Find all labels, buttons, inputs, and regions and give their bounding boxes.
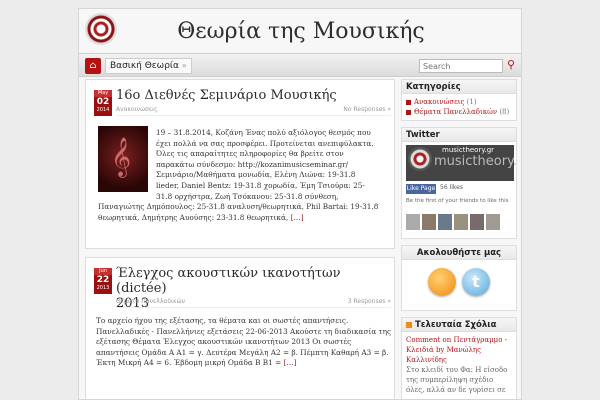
post-excerpt: Το αρχείο ήχου της εξέτασης, τα θέματα κ…: [96, 316, 394, 369]
category-count: (8): [499, 108, 510, 116]
post-meta: Θέματα Πανελλαδικών 3 Responses »: [116, 298, 391, 308]
treble-clef-icon: 𝄞: [111, 137, 132, 177]
post-day: 02: [96, 97, 110, 107]
twitter-icon[interactable]: t: [462, 268, 490, 296]
excerpt-line: απαντήσεις Ομάδα Α Α1 = γ. Δευτέρα Μεγάλ…: [96, 347, 389, 357]
rss-icon[interactable]: [428, 268, 456, 296]
recent-comment-text: Στο κλειδί του Φα: Η είσοδο της συμπερίλ…: [406, 366, 508, 400]
post-day: 22: [96, 275, 110, 285]
post-month: May: [94, 90, 112, 97]
excerpt-line: 19 – 31.8.2014, Κοζάνη Ένας πολύ αξιόλογ…: [156, 128, 371, 137]
fb-page-logo: [408, 147, 432, 171]
excerpt-line: Το αρχείο ήχου της εξέτασης, τα θέματα κ…: [96, 316, 349, 325]
excerpt-line: Όλες τις απαραίτητες πληροφορίες θα βρεί…: [156, 149, 344, 159]
fb-avatar[interactable]: [422, 214, 436, 230]
nav-item-basic-theory[interactable]: Βασική Θεωρία»: [105, 58, 192, 74]
search-input[interactable]: [419, 59, 503, 73]
search-icon[interactable]: ⚲: [507, 58, 519, 72]
page-container: Θεωρία της Μουσικής ⌂ Βασική Θεωρία» ⚲ M…: [78, 8, 522, 400]
post-comments-link[interactable]: 3 Responses »: [348, 298, 391, 305]
post-comments-link[interactable]: No Responses »: [343, 106, 391, 113]
recent-comments-widget: Τελευταία Σχόλια Comment on Πεντάγραμμο …: [401, 317, 517, 400]
category-link[interactable]: Θέματα Πανελλαδικών: [414, 108, 497, 116]
post-article: Jun 22 2013 Έλεγχος ακουστικών ικανοτήτω…: [85, 257, 395, 399]
excerpt-line: θεωρητικά, Δημήτρης Αυούσης: 23-31.8 θεω…: [98, 212, 289, 222]
recent-comment-link[interactable]: Comment on Πεντάγραμμο - Κλειδιά by Μανώ…: [406, 335, 512, 365]
excerpt-line: Πανελλαδικές - Πανελλήνιες εξετάσεις 22-…: [96, 326, 392, 336]
twitter-widget: Twitter musictheory.gr musictheory.gr Li…: [401, 127, 517, 239]
post-title[interactable]: 16ο Διεθνές Σεμινάριο Μουσικής: [116, 88, 386, 103]
excerpt-line: Παναγιώτης Δημόπουλος: 25-31.8 αναλυση/θ…: [98, 202, 379, 212]
fb-avatar[interactable]: [438, 214, 452, 230]
fb-cover-text: musictheory.gr: [434, 154, 517, 169]
follow-widget: Ακολουθήστε μας t: [401, 245, 517, 311]
category-count: (1): [466, 98, 477, 106]
widget-title: Ακολουθήστε μας: [402, 246, 516, 260]
post-year: 2014: [96, 107, 110, 113]
category-item[interactable]: Ανακοινώσεις (1): [406, 97, 512, 107]
fb-avatar[interactable]: [406, 214, 420, 230]
excerpt-line: έχει πολλά να σας προσφέρει. Προτείνεται…: [156, 138, 374, 148]
read-more-link[interactable]: […]: [291, 213, 304, 222]
main-navbar: ⌂ Βασική Θεωρία» ⚲: [79, 53, 521, 77]
category-item[interactable]: Θέματα Πανελλαδικών (8): [406, 107, 512, 117]
excerpt-line: 31.8 ορχήστρα, Ζωή Τσόκανου: 25-31.8 σύν…: [156, 191, 339, 201]
post-date-badge: Jun 22 2013: [94, 268, 112, 294]
post-article: May 02 2014 16ο Διεθνές Σεμινάριο Μουσικ…: [85, 79, 395, 249]
read-more-link[interactable]: […]: [284, 358, 297, 367]
widget-title: Twitter: [402, 128, 516, 142]
site-title[interactable]: Θεωρία της Μουσικής: [79, 19, 521, 44]
fb-avatar[interactable]: [486, 214, 500, 230]
excerpt-line: Έκτη Μικρή Α4 = 6. Έβδομη μικρή Ομάδα Β …: [96, 358, 282, 368]
home-icon[interactable]: ⌂: [85, 58, 101, 74]
main-content: May 02 2014 16ο Διεθνές Σεμινάριο Μουσικ…: [85, 79, 395, 399]
post-thumbnail[interactable]: 𝄞: [98, 126, 148, 192]
widget-title: Κατηγορίες: [402, 80, 516, 94]
fb-avatar[interactable]: [470, 214, 484, 230]
post-date-badge: May 02 2014: [94, 90, 112, 116]
excerpt-line: παρακάτω σύνδεσμο: http://kozanimusicsem…: [156, 159, 349, 169]
chevron-right-icon: »: [181, 61, 187, 70]
post-excerpt: 19 – 31.8.2014, Κοζάνη Ένας πολύ αξιόλογ…: [98, 128, 392, 223]
fb-page-header[interactable]: musictheory.gr musictheory.gr: [406, 145, 517, 181]
fb-avatar[interactable]: [454, 214, 468, 230]
widget-title-text: Τελευταία Σχόλια: [415, 320, 497, 330]
excerpt-line: Σεμινάριο/Μαθήματα μονωδία, Ελένη Λιώνα:…: [156, 170, 356, 180]
categories-widget: Κατηγορίες Ανακοινώσεις (1) Θέματα Πανελ…: [401, 79, 517, 121]
fb-like-button[interactable]: Like Page: [406, 184, 436, 194]
category-link[interactable]: Ανακοινώσεις: [414, 98, 464, 106]
post-month: Jun: [94, 268, 112, 275]
post-title-line: Έλεγχος ακουστικών ικανοτήτων (dictée): [116, 266, 341, 296]
fb-page-name: musictheory.gr: [442, 146, 495, 154]
rss-icon[interactable]: [406, 321, 412, 328]
post-meta: Ανακοινώσεις No Responses »: [116, 106, 391, 116]
sidebar: Κατηγορίες Ανακοινώσεις (1) Θέματα Πανελ…: [401, 79, 517, 400]
fb-friends-text: Be the first of your friends to like thi…: [406, 198, 509, 204]
excerpt-line: lieder, Daniel Bentz: 19-31.8 χορωδία, Έ…: [156, 180, 365, 190]
post-category-link[interactable]: Ανακοινώσεις: [116, 106, 158, 113]
nav-item-label: Βασική Θεωρία: [110, 61, 179, 71]
facebook-like-box: musictheory.gr musictheory.gr Like Page …: [402, 142, 516, 238]
widget-title: Τελευταία Σχόλια: [402, 318, 516, 332]
post-year: 2013: [96, 285, 110, 291]
post-category-link[interactable]: Θέματα Πανελλαδικών: [116, 298, 185, 305]
fb-like-count: 56 likes: [440, 184, 463, 191]
excerpt-line: εξέτασης Θέματα Έλεγχος ακουστικών ικανο…: [96, 337, 352, 347]
